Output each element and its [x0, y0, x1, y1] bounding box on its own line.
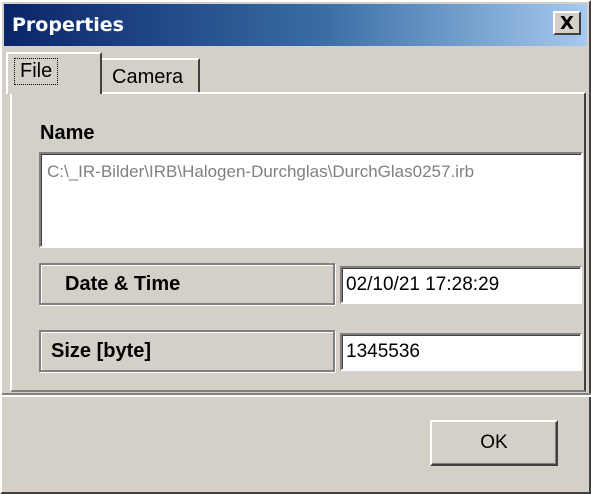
close-icon: X	[560, 12, 574, 34]
datetime-label: Date & Time	[65, 273, 181, 295]
name-field[interactable]: C:\_IR-Bilder\IRB\Halogen-Durchglas\Durc…	[39, 152, 583, 248]
size-field[interactable]: 1345536	[340, 333, 582, 371]
ok-button[interactable]: OK	[430, 420, 558, 466]
properties-dialog: Properties X File Camera Name C:\_IR-Bil…	[0, 0, 591, 494]
datetime-label-box: Date & Time	[39, 263, 335, 305]
tab-file-label: File	[13, 58, 59, 85]
tab-camera-label: Camera	[112, 66, 184, 88]
ok-button-label: OK	[480, 432, 508, 453]
datetime-field[interactable]: 02/10/21 17:28:29	[340, 266, 582, 304]
tab-camera[interactable]: Camera	[100, 58, 200, 92]
name-label: Name	[40, 122, 95, 144]
title-bar: Properties X	[4, 4, 587, 46]
close-button[interactable]: X	[553, 11, 581, 35]
size-label: Size [byte]	[51, 340, 152, 362]
window-title: Properties	[12, 14, 124, 36]
tab-file[interactable]: File	[6, 52, 102, 94]
divider-highlight	[2, 395, 591, 397]
size-label-box: Size [byte]	[39, 330, 335, 372]
